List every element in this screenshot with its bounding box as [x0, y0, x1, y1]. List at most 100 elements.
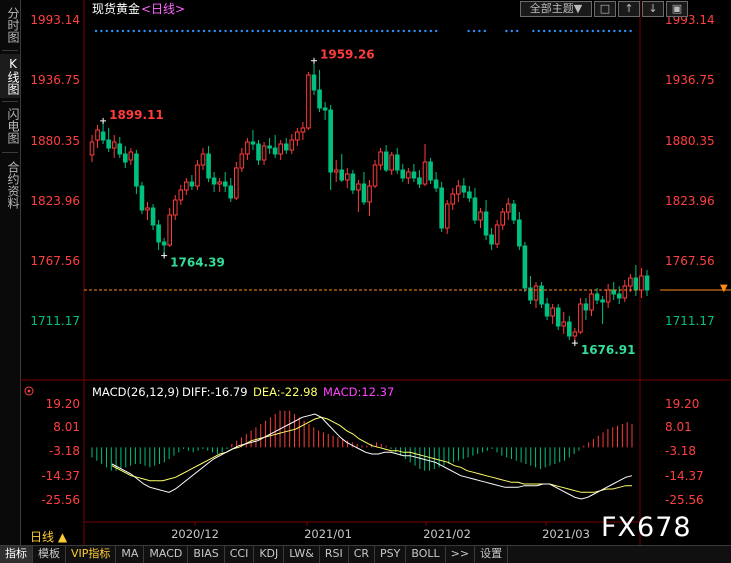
- candle-body: [328, 109, 333, 173]
- candle-body: [572, 331, 578, 337]
- candle-body: [639, 275, 644, 291]
- candlestick-series: [89, 61, 650, 343]
- tab-settings[interactable]: 设置: [475, 546, 509, 563]
- up-arrow-icon[interactable]: ↑: [618, 1, 640, 17]
- tab-kline-chart[interactable]: K线图: [0, 54, 20, 98]
- candle-body: [95, 129, 100, 141]
- event-dot: [516, 29, 519, 33]
- price-tick: 1711.17: [665, 314, 715, 328]
- candle-body: [428, 161, 433, 181]
- event-dot: [386, 29, 389, 33]
- candle-body: [150, 207, 156, 226]
- event-dot: [472, 29, 476, 33]
- tab-rsi[interactable]: RSI: [320, 546, 349, 563]
- candle-body: [106, 139, 111, 149]
- candle-body: [295, 131, 300, 141]
- event-dot: [224, 29, 227, 33]
- candle-body: [278, 143, 283, 155]
- tab-indicators[interactable]: 指标: [0, 546, 33, 563]
- candle-body: [89, 141, 95, 156]
- tab-boll[interactable]: BOLL: [406, 546, 446, 563]
- tab-contract-info[interactable]: 合约资料: [0, 156, 20, 214]
- macd-tick: -14.37: [41, 469, 80, 483]
- event-dot: [202, 29, 206, 33]
- price-tick: 1993.14: [30, 13, 80, 27]
- tab-macd[interactable]: MACD: [144, 546, 189, 563]
- annotation-label: 1764.39: [170, 256, 225, 270]
- candle-body: [467, 191, 472, 199]
- tab-kdj[interactable]: KDJ: [254, 546, 285, 563]
- tab-lightning-chart[interactable]: 闪电图: [0, 104, 20, 148]
- price-tick: 1880.35: [30, 134, 80, 148]
- tab-cr[interactable]: CR: [349, 546, 376, 563]
- event-dot: [586, 29, 589, 33]
- price-axis-left: 1993.14 1936.75 1880.35 1823.96 1767.56 …: [30, 13, 80, 328]
- candle-body: [533, 285, 539, 301]
- macd-diff-value: DIFF:-16.79: [182, 385, 248, 399]
- event-dot: [240, 29, 243, 33]
- candle-body: [406, 171, 411, 179]
- candle-body: [161, 241, 167, 246]
- tab-psy[interactable]: PSY: [375, 546, 407, 563]
- event-dot: [116, 29, 119, 33]
- lock-icon[interactable]: ▣: [666, 1, 688, 17]
- event-dot: [348, 29, 351, 33]
- tab-divider: [2, 50, 18, 51]
- watermark-logo: FX678: [601, 512, 692, 543]
- time-tick: 2021/02: [423, 527, 471, 541]
- candle-body: [633, 277, 639, 291]
- candle-body: [411, 171, 417, 179]
- event-dot: [181, 29, 184, 33]
- event-dot: [429, 29, 432, 33]
- macd-dea-line: [111, 416, 632, 493]
- left-tab-bar: 分时图 K线图 闪电图 合约资料: [0, 0, 21, 545]
- event-dot: [402, 29, 405, 33]
- tab-vip-indicators[interactable]: VIP指标: [66, 546, 117, 563]
- event-dot: [548, 29, 551, 33]
- tab-more[interactable]: >>: [446, 546, 476, 563]
- event-dot: [364, 29, 368, 33]
- event-dot: [94, 29, 98, 33]
- tab-ma[interactable]: MA: [116, 546, 145, 563]
- annotation-label: 1899.11: [109, 108, 164, 122]
- event-dot: [127, 29, 130, 33]
- candle-body: [511, 203, 517, 221]
- event-dot: [100, 29, 103, 33]
- tab-tick-chart[interactable]: 分时图: [0, 4, 20, 46]
- event-dot: [337, 29, 341, 33]
- event-dot: [370, 29, 373, 33]
- candle-body: [555, 307, 561, 327]
- tab-cci[interactable]: CCI: [225, 546, 255, 563]
- candle-body: [211, 177, 217, 185]
- candle-body: [361, 183, 367, 203]
- event-dot: [273, 29, 276, 33]
- candle-body: [544, 303, 550, 317]
- event-dot: [121, 29, 125, 33]
- candle-body: [472, 197, 478, 221]
- chart-area[interactable]: 现货黄金 <日线> 1993.14 1936.75 1880.35 1823.9…: [20, 0, 731, 545]
- candle-body: [400, 169, 406, 179]
- event-dot: [192, 29, 195, 33]
- event-dot: [294, 29, 297, 33]
- time-tick: 2020/12: [171, 527, 219, 541]
- candle-body: [578, 303, 583, 333]
- tab-templates[interactable]: 模板: [33, 546, 66, 563]
- price-tick: 1767.56: [665, 254, 715, 268]
- event-dot: [165, 29, 168, 33]
- event-dot: [208, 29, 211, 33]
- time-tick: 2021/03: [542, 527, 590, 541]
- macd-value: MACD:12.37: [323, 385, 394, 399]
- candle-body: [539, 285, 544, 305]
- down-arrow-icon[interactable]: ↓: [642, 1, 664, 17]
- event-dot: [408, 29, 411, 33]
- theme-selector-button[interactable]: 全部主题▼: [520, 1, 592, 17]
- candle-body: [206, 153, 211, 179]
- period-selector[interactable]: 日线 ▲: [30, 528, 67, 545]
- tab-bias[interactable]: BIAS: [188, 546, 225, 563]
- candle-body: [561, 321, 567, 327]
- candle-body: [134, 153, 139, 187]
- tab-lw[interactable]: LW&: [284, 546, 320, 563]
- square-icon[interactable]: □: [594, 1, 616, 17]
- price-tick: 1823.96: [30, 194, 80, 208]
- event-dot: [510, 29, 513, 33]
